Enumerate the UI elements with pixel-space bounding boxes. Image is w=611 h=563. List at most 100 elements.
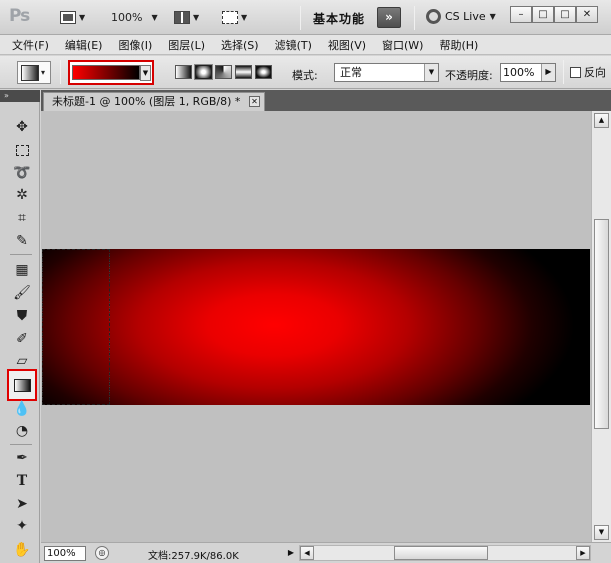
arrange-documents-button[interactable]: ▼ [174,8,199,27]
gradient-tool[interactable] [7,369,37,401]
document-size: 文档:257.9K/86.0K [148,551,239,562]
workspace-label[interactable]: 基本功能 [313,10,365,27]
zoom-field[interactable]: 100% [44,546,86,561]
menu-layer[interactable]: 图层(L) [168,37,205,53]
reverse-option[interactable]: 反向 [570,64,606,80]
chevron-down-icon: ▾ [41,68,46,77]
screen-mode-button[interactable]: ▼ [60,8,85,27]
scroll-right-button[interactable]: ▶ [576,546,590,560]
application-bar: Ps ▼ 100% ▼ ▼ ▼ 基本功能 » CS Live ▼ – □ □ ✕ [0,0,611,35]
status-info-icon[interactable]: ◎ [95,546,109,560]
selection-marquee [42,249,110,405]
close-icon[interactable]: ✕ [249,96,260,107]
crop-icon: ⌗ [18,209,26,226]
tools-panel: ✥ ➰ ✲ ⌗ ✎ ▦ 🖌 ⛊ ✐ ▱ 💧 ◔ ✒ T ➤ ✦ ✋ [0,102,40,563]
type-tool[interactable]: T [11,470,33,491]
dodge-icon: ◔ [15,422,29,439]
gradient-picker-dropdown[interactable]: ▼ [140,65,151,81]
scroll-left-button[interactable]: ◀ [300,546,314,560]
dodge-tool[interactable]: ◔ [11,420,33,441]
tool-divider [10,444,32,445]
eyedropper-icon: ✎ [16,232,28,249]
history-brush-icon: ✐ [16,330,28,347]
chevron-right-icon[interactable]: ▶ [541,64,555,81]
menu-image[interactable]: 图像(I) [118,37,152,53]
zoom-level-menu[interactable]: 100% ▼ [111,8,158,27]
document-canvas[interactable] [41,111,591,542]
status-menu-arrow[interactable]: ▶ [285,546,297,560]
status-bar: 100% ◎ 文档:257.9K/86.0K ▶ ◀ ▶ [41,542,611,563]
menu-edit[interactable]: 编辑(E) [65,37,103,53]
marquee-tool[interactable] [11,140,33,161]
document-tab[interactable]: 未标题-1 @ 100% (图层 1, RGB/8) * ✕ [43,92,265,111]
minimize-button[interactable]: – [510,6,532,23]
pen-tool[interactable]: ✒ [11,447,33,468]
menu-filter[interactable]: 滤镜(T) [275,37,312,53]
diamond-gradient-icon[interactable] [255,65,272,79]
arrow-pointer-icon: ➤ [16,495,28,512]
chevron-down-icon: ▼ [79,13,86,22]
workspace-more-button[interactable]: » [377,7,401,28]
menu-view[interactable]: 视图(V) [328,37,366,53]
photoshop-logo: Ps [9,6,30,26]
angle-gradient-icon[interactable] [215,65,232,79]
menu-help[interactable]: 帮助(H) [439,37,478,53]
gradient-icon [13,378,31,392]
blur-tool[interactable]: 💧 [11,398,33,419]
gradient-tool-icon [21,64,39,81]
path-selection-tool[interactable]: ➤ [11,493,33,514]
arrange-icon [174,11,190,24]
tool-preset-picker[interactable]: ▾ [17,61,51,84]
clone-stamp-tool[interactable]: ⛊ [11,305,33,326]
brush-tool[interactable]: 🖌 [11,282,33,303]
hand-tool[interactable]: ✋ [11,539,33,560]
tool-divider [10,254,32,255]
vertical-scroll-thumb[interactable] [594,219,609,429]
window-controls: – □ □ ✕ [510,6,598,24]
custom-shape-tool[interactable]: ✦ [11,515,33,536]
scroll-up-button[interactable]: ▲ [594,113,609,128]
cs-live-button[interactable]: CS Live ▼ [426,9,496,24]
bandage-icon: ▦ [15,261,29,278]
opacity-field[interactable]: 100% ▶ [500,63,556,82]
horizontal-scroll-thumb[interactable] [394,546,488,560]
type-icon: T [16,472,28,489]
chevron-down-icon: ▼ [193,13,200,22]
maximize-button[interactable]: □ [554,6,576,23]
vertical-scrollbar[interactable]: ▲ ▼ [591,111,611,542]
hand-icon: ✋ [13,541,31,558]
restore-button[interactable]: □ [532,6,554,23]
move-tool[interactable]: ✥ [11,116,33,137]
eyedropper-tool[interactable]: ✎ [11,230,33,251]
scroll-down-button[interactable]: ▼ [594,525,609,540]
gradient-type-group [175,65,272,79]
mode-label: 模式: [292,69,318,82]
reflected-gradient-icon[interactable] [235,65,252,79]
history-brush-tool[interactable]: ✐ [11,328,33,349]
chevron-down-icon: ▼ [241,13,248,22]
menu-select[interactable]: 选择(S) [221,37,259,53]
view-extras-button[interactable]: ▼ [222,8,247,27]
brush-icon: 🖌 [13,284,31,301]
menu-window[interactable]: 窗口(W) [382,37,423,53]
chevron-down-icon: ▼ [489,12,496,21]
eraser-tool[interactable]: ▱ [11,350,33,371]
tools-panel-header[interactable]: » [0,90,40,102]
lasso-tool[interactable]: ➰ [11,162,33,183]
cs-live-icon [426,9,441,24]
close-button[interactable]: ✕ [576,6,598,23]
crop-tool[interactable]: ⌗ [11,207,33,228]
gradient-editor-swatch[interactable]: ▼ [68,60,154,85]
linear-gradient-icon[interactable] [175,65,192,79]
toolbar-divider [563,60,564,84]
reverse-checkbox[interactable] [570,66,581,78]
horizontal-scrollbar[interactable]: ◀ ▶ [299,545,591,561]
menu-file[interactable]: 文件(F) [12,37,49,53]
radial-gradient-icon[interactable] [195,65,212,79]
spot-healing-tool[interactable]: ▦ [11,259,33,280]
zoom-level-label: 100% [111,11,143,24]
document-tab-bar: 未标题-1 @ 100% (图层 1, RGB/8) * ✕ [41,90,611,111]
blend-mode-select[interactable]: 正常 ▼ [334,63,439,82]
quick-selection-tool[interactable]: ✲ [11,184,33,205]
gradient-preview[interactable] [72,65,140,80]
